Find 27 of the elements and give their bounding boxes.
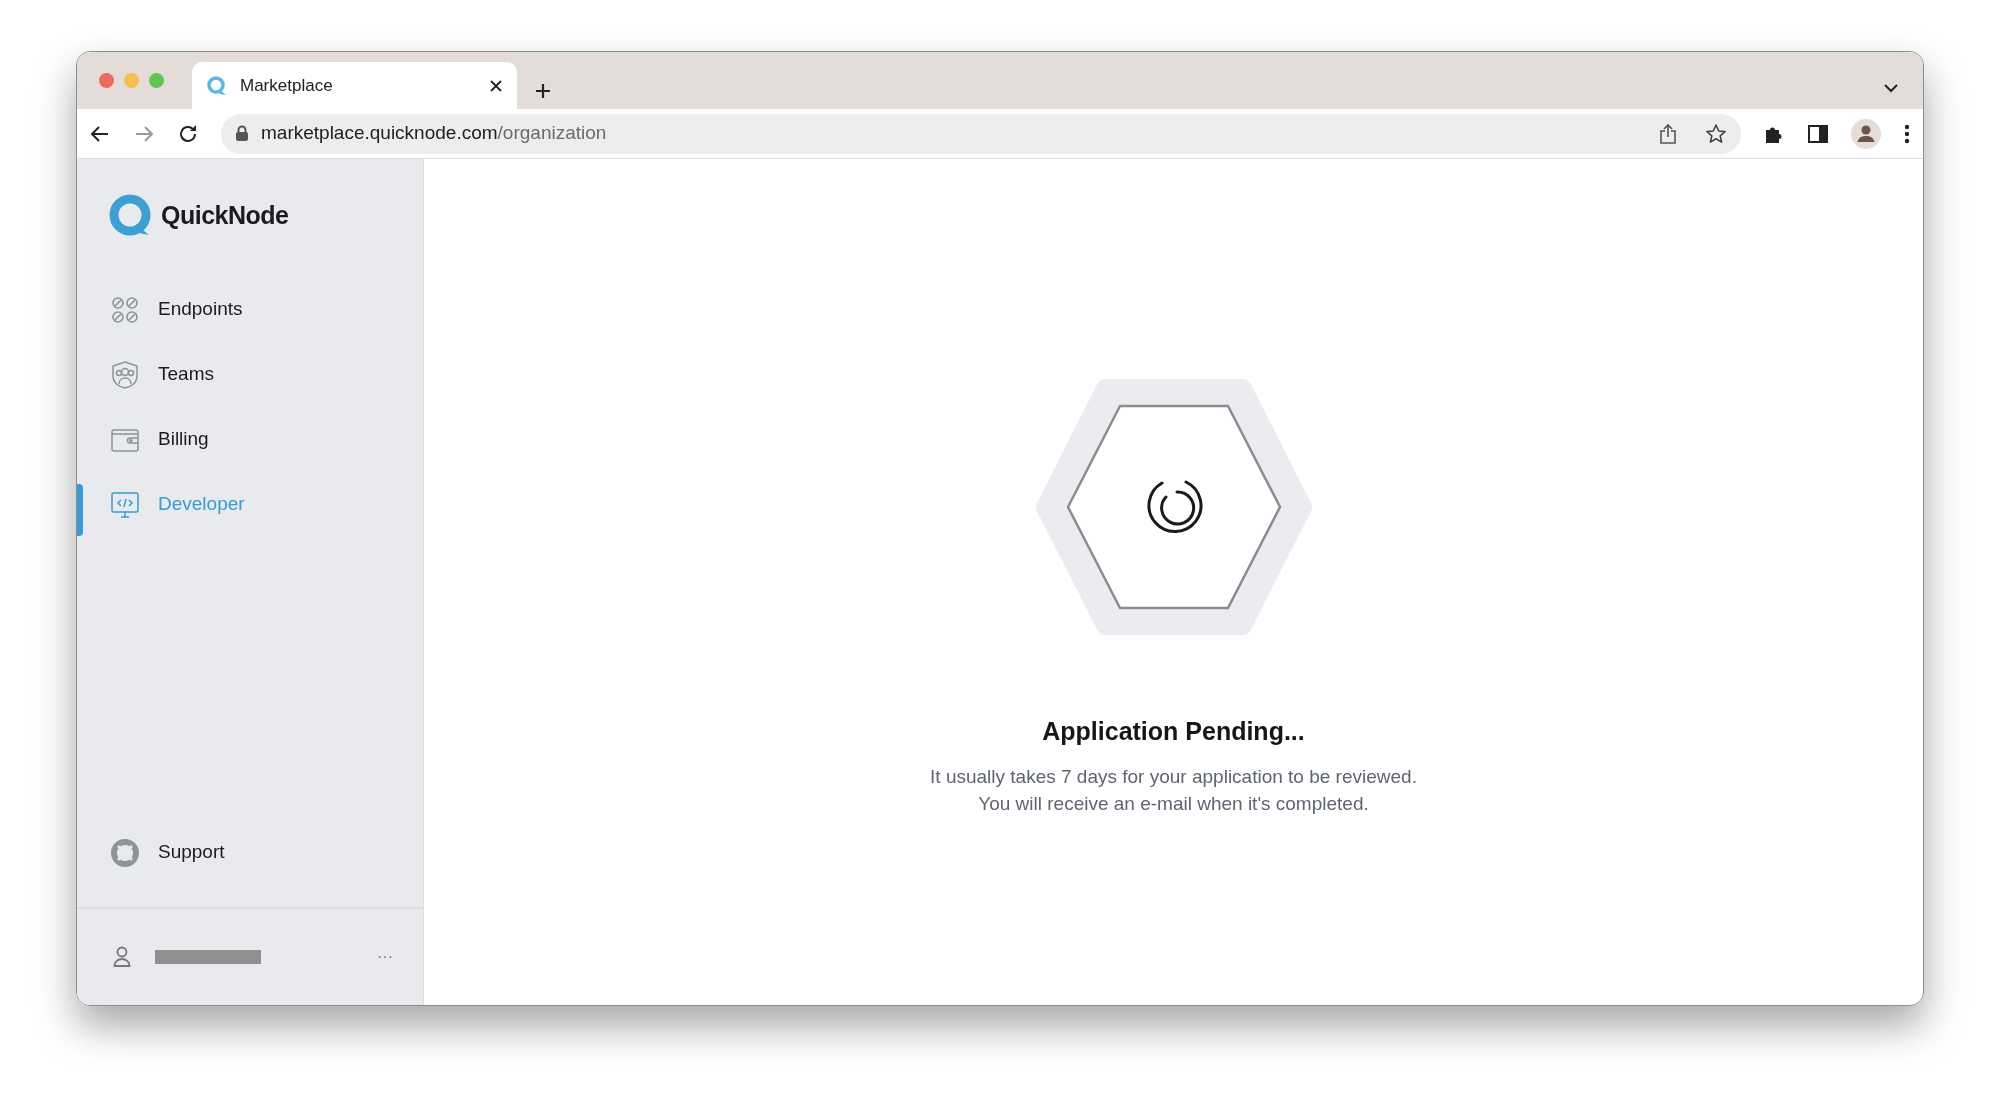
nav-item[interactable]: Teams bbox=[77, 342, 423, 407]
profile-icon[interactable] bbox=[1851, 118, 1881, 149]
address-bar[interactable]: marketplace.quicknode.com/organization bbox=[221, 113, 1741, 154]
brand-name: QuickNode bbox=[161, 200, 289, 232]
new-tab-icon[interactable] bbox=[533, 81, 553, 101]
favicon-icon bbox=[206, 74, 228, 97]
lifebuoy-icon bbox=[110, 837, 140, 868]
status-title: Application Pending... bbox=[1042, 716, 1305, 747]
lock-icon bbox=[235, 125, 249, 142]
browser-tab[interactable]: Marketplace bbox=[192, 62, 517, 109]
user-icon bbox=[113, 946, 131, 968]
grid-dots-icon bbox=[110, 294, 140, 325]
share-icon[interactable] bbox=[1659, 122, 1677, 145]
chevron-down-icon[interactable] bbox=[1883, 83, 1899, 93]
star-icon[interactable] bbox=[1705, 122, 1727, 145]
message-text: It usually takes 7 days for your application to be reviewed. bbox=[930, 764, 1417, 789]
logo-icon bbox=[109, 194, 153, 238]
side-panel-icon[interactable] bbox=[1807, 122, 1829, 145]
nav-item[interactable]: Support bbox=[77, 820, 423, 885]
nav-item[interactable]: Billing bbox=[77, 407, 423, 472]
more-icon[interactable] bbox=[1903, 122, 1911, 145]
user-menu-button[interactable]: ··· bbox=[377, 945, 393, 969]
nav-item[interactable]: Endpoints bbox=[77, 277, 423, 342]
shield-people-icon bbox=[110, 359, 140, 390]
message-text: You will receive an e-mail when it's completed. bbox=[977, 791, 1370, 816]
close-tab-icon[interactable] bbox=[489, 78, 503, 93]
code-monitor-icon bbox=[110, 489, 140, 520]
